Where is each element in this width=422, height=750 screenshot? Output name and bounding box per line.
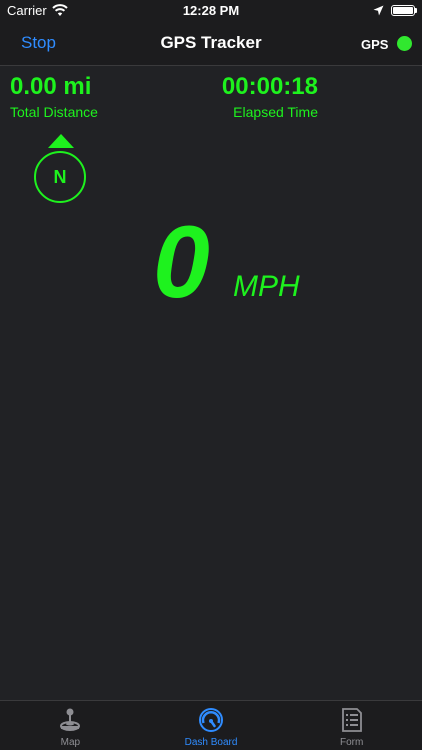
joystick-icon <box>60 708 81 731</box>
location-arrow-icon <box>373 5 384 16</box>
tab-bar: Map Dash Board Form <box>0 700 422 750</box>
speedometer-icon <box>199 708 223 732</box>
tab-form[interactable]: Form <box>281 701 422 750</box>
compass-arrow-icon <box>48 134 74 148</box>
form-document-icon <box>341 708 362 732</box>
navigation-bar: Stop GPS Tracker GPS <box>0 22 422 66</box>
total-distance-value: 0.00 mi <box>10 73 92 100</box>
tab-label-map: Map <box>60 737 81 748</box>
compass-heading: N <box>34 151 86 203</box>
tab-map[interactable]: Map <box>0 701 141 750</box>
total-distance-label: Total Distance <box>10 104 98 120</box>
status-time: 12:28 PM <box>182 3 240 18</box>
gps-status-indicator <box>397 36 412 51</box>
tab-label-dash-board: Dash Board <box>184 737 238 748</box>
page-title: GPS Tracker <box>160 33 262 52</box>
compass-icon: N <box>33 134 88 204</box>
tab-dash-board[interactable]: Dash Board <box>141 701 282 750</box>
speed-unit: MPH <box>233 270 300 303</box>
tab-label-form: Form <box>340 737 364 748</box>
elapsed-time-label: Elapsed Time <box>233 104 318 120</box>
battery-icon <box>391 5 415 16</box>
gps-label: GPS <box>361 37 389 52</box>
battery-tip <box>415 8 417 13</box>
elapsed-time-value: 00:00:18 <box>221 73 318 100</box>
app-screen: Carrier 12:28 PM Stop GPS Tracker GPS 0.… <box>0 0 422 750</box>
speed-value: 0 <box>153 205 210 319</box>
status-bar: Carrier 12:28 PM <box>0 0 422 22</box>
